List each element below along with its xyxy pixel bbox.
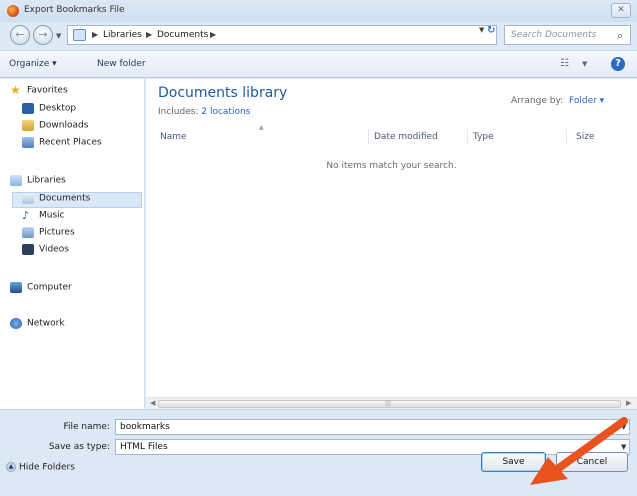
nav-item-documents[interactable]: Documents xyxy=(12,192,142,208)
nav-item-downloads[interactable]: Downloads xyxy=(22,120,88,136)
breadcrumb-libraries[interactable]: Libraries xyxy=(103,30,142,40)
organize-menu[interactable]: Organize ▾ xyxy=(9,59,57,69)
address-bar[interactable]: ▶ Libraries ▶ Documents ▶ xyxy=(67,25,497,45)
breadcrumb-arrow-icon[interactable]: ▶ xyxy=(146,30,152,39)
save-as-type-dropdown-icon[interactable]: ▼ xyxy=(621,443,626,451)
search-input[interactable]: Search Documents ⌕ xyxy=(504,25,631,45)
star-icon: ★ xyxy=(10,83,21,97)
downloads-icon xyxy=(22,120,34,131)
scroll-left-icon[interactable]: ◀ xyxy=(150,399,155,407)
scroll-thumb[interactable]: ||| xyxy=(158,400,621,408)
back-button[interactable]: ← xyxy=(10,25,30,45)
hide-folders-label: Hide Folders xyxy=(19,462,75,473)
nav-item-libraries[interactable]: Libraries xyxy=(10,175,66,191)
recent-places-icon xyxy=(22,137,34,148)
recent-pages-dropdown[interactable]: ▼ xyxy=(56,32,61,40)
nav-item-pictures[interactable]: Pictures xyxy=(22,227,75,243)
arrange-by-label: Arrange by: xyxy=(511,96,564,106)
file-name-dropdown[interactable]: ▼ xyxy=(621,423,626,431)
hide-folders-button[interactable]: ▲ Hide Folders xyxy=(6,462,75,473)
nav-item-desktop[interactable]: Desktop xyxy=(22,103,76,119)
help-icon[interactable]: ? xyxy=(611,57,625,71)
column-divider[interactable] xyxy=(467,129,468,145)
nav-item-music[interactable]: ♪ Music xyxy=(22,210,65,226)
nav-item-recent-places[interactable]: Recent Places xyxy=(22,137,102,153)
library-title: Documents library xyxy=(158,85,288,101)
pictures-icon xyxy=(22,227,34,238)
column-header-name[interactable]: Name xyxy=(160,132,187,142)
includes-label: Includes: xyxy=(158,107,199,117)
save-form: File name: bookmarks ▼ Save as type: HTM… xyxy=(0,409,637,496)
firefox-icon xyxy=(7,5,19,17)
library-icon xyxy=(73,29,86,41)
file-name-input[interactable]: bookmarks xyxy=(115,419,630,435)
view-options-dropdown[interactable]: ▼ xyxy=(582,60,587,68)
address-history-dropdown[interactable]: ▼ xyxy=(479,26,484,34)
forward-button[interactable]: → xyxy=(33,25,53,45)
horizontal-scrollbar[interactable]: ◀ ||| ▶ xyxy=(146,397,637,409)
breadcrumb-arrow-icon[interactable]: ▶ xyxy=(210,30,216,39)
column-header-type[interactable]: Type xyxy=(473,132,494,142)
change-view-icon[interactable]: ☷ xyxy=(560,58,569,69)
address-row: ← → ▼ ▶ Libraries ▶ Documents ▶ ▼ ↻ Sear… xyxy=(0,22,637,50)
sort-caret-icon: ▲ xyxy=(259,124,264,131)
documents-icon xyxy=(22,193,34,204)
videos-icon xyxy=(22,244,34,255)
command-toolbar: Organize ▾ New folder ☷ ▼ ? xyxy=(0,50,637,78)
file-list-pane[interactable]: Documents library Includes: 2 locations … xyxy=(146,79,637,397)
title-bar: Export Bookmarks File ✕ xyxy=(0,0,637,22)
libraries-icon xyxy=(10,175,22,186)
close-button[interactable]: ✕ xyxy=(611,3,631,18)
computer-icon xyxy=(10,282,22,293)
search-icon[interactable]: ⌕ xyxy=(617,29,623,43)
desktop-icon xyxy=(22,103,34,114)
chevron-up-icon: ▲ xyxy=(6,462,16,472)
column-header-date-modified[interactable]: Date modified xyxy=(374,132,438,142)
breadcrumb-documents[interactable]: Documents xyxy=(157,30,208,40)
arrange-by-dropdown[interactable]: Folder ▾ xyxy=(569,96,604,106)
column-divider[interactable] xyxy=(368,129,369,145)
library-includes: Includes: 2 locations xyxy=(158,107,250,117)
nav-item-network[interactable]: Network xyxy=(10,318,65,334)
scroll-grip-icon: ||| xyxy=(385,400,392,407)
breadcrumb-arrow-icon[interactable]: ▶ xyxy=(92,30,98,39)
window-title: Export Bookmarks File xyxy=(24,5,125,15)
empty-message: No items match your search. xyxy=(326,161,457,171)
search-placeholder: Search Documents xyxy=(511,30,597,40)
nav-item-videos[interactable]: Videos xyxy=(22,244,69,260)
nav-item-favorites[interactable]: ★ Favorites xyxy=(10,83,68,101)
column-divider[interactable] xyxy=(566,129,567,145)
cancel-button[interactable]: Cancel xyxy=(556,452,628,472)
music-icon: ♪ xyxy=(22,209,30,222)
locations-link[interactable]: 2 locations xyxy=(201,107,250,117)
scroll-right-icon[interactable]: ▶ xyxy=(626,399,631,407)
save-button[interactable]: Save xyxy=(481,452,546,472)
save-as-type-select[interactable]: HTML Files xyxy=(115,439,630,455)
refresh-icon[interactable]: ↻ xyxy=(487,25,495,36)
nav-item-computer[interactable]: Computer xyxy=(10,282,72,298)
new-folder-button[interactable]: New folder xyxy=(97,59,146,69)
network-icon xyxy=(10,318,22,329)
save-as-type-label: Save as type: xyxy=(48,442,110,452)
export-bookmarks-dialog: Export Bookmarks File ✕ ← → ▼ ▶ Librarie… xyxy=(0,0,637,496)
navigation-pane: ★ Favorites Desktop Downloads Recent Plac… xyxy=(0,79,145,409)
column-header-size[interactable]: Size xyxy=(576,132,594,142)
file-name-label: File name: xyxy=(63,422,110,432)
